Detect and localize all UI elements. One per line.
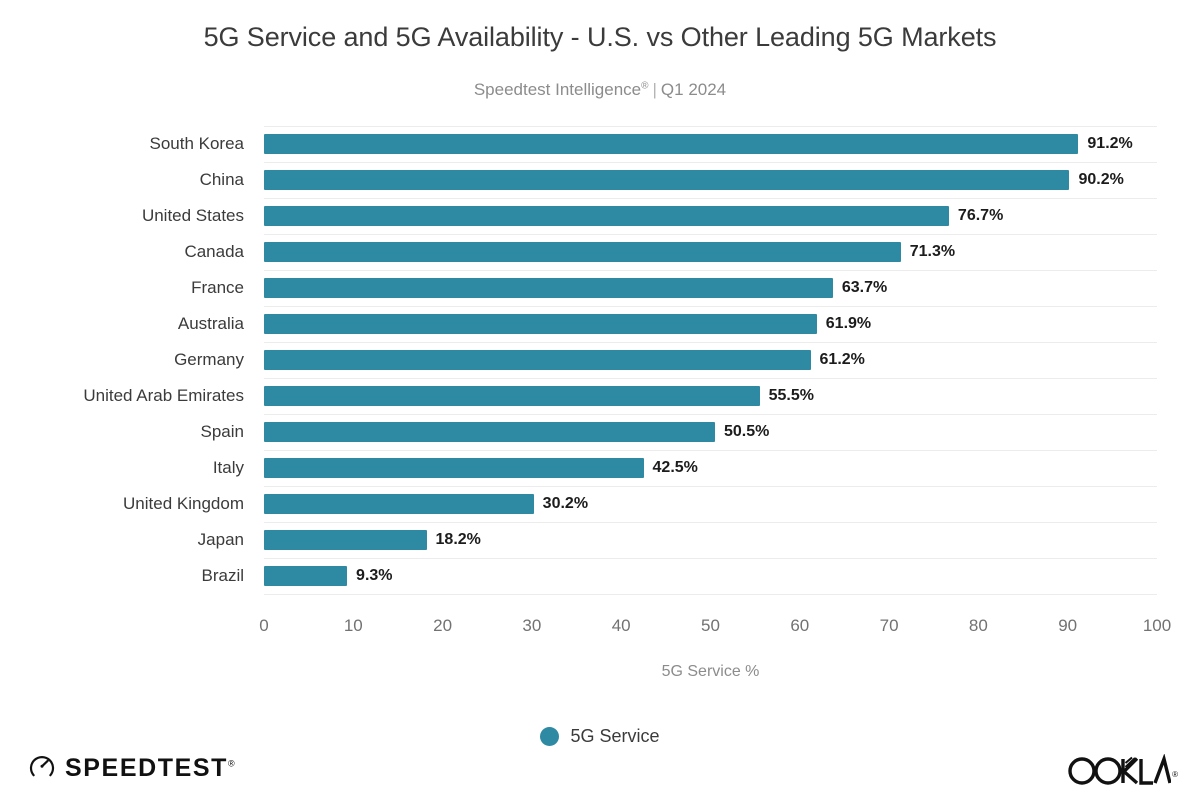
bar[interactable] <box>264 458 644 478</box>
bar-value-label: 71.3% <box>909 243 956 260</box>
bar-row[interactable]: Brazil 9.3% <box>201 558 1157 594</box>
bar-value-label: 61.9% <box>825 315 872 332</box>
bar[interactable] <box>264 134 1079 154</box>
bar-row[interactable]: France 63.7% <box>191 270 1157 306</box>
category-label: United States <box>141 206 244 225</box>
bar[interactable] <box>264 530 427 550</box>
speedtest-trademark: ® <box>228 758 235 769</box>
bar-row[interactable]: Germany 61.2% <box>174 342 1157 378</box>
x-axis-tick-label: 30 <box>522 616 542 635</box>
chart-subtitle-separator: | <box>652 80 657 99</box>
ookla-wordmark <box>1067 753 1172 793</box>
legend-color-dot-5g-service <box>540 727 560 746</box>
bar-row[interactable]: China 90.2% <box>200 162 1157 198</box>
bar-value-label: 63.7% <box>841 279 888 296</box>
x-axis-ticks: 0 10 20 30 40 50 60 70 80 90 100 <box>259 616 1171 646</box>
bar-row[interactable]: Italy 42.5% <box>213 450 1157 486</box>
chart-subtitle: Speedtest Intelligence® | Q1 2024 <box>0 80 1200 100</box>
bar[interactable] <box>264 314 817 334</box>
category-label: Italy <box>212 458 244 477</box>
x-axis-tick-label: 20 <box>433 616 453 635</box>
x-axis-tick-label: 50 <box>701 616 720 635</box>
x-axis-tick-label: 60 <box>790 616 810 635</box>
plot-area: South Korea 91.2% China 90.2% United States 7… <box>83 126 1157 606</box>
bar-value-label: 9.3% <box>356 567 393 584</box>
category-label: Spain <box>200 422 244 441</box>
bar-value-label: 42.5% <box>652 459 698 476</box>
chart-legend: 5G Service <box>0 726 1200 747</box>
x-axis-tick-label: 40 <box>611 616 631 635</box>
bar-row[interactable]: United Kingdom 30.2% <box>123 486 1157 522</box>
bar-value-label: 30.2% <box>542 495 589 512</box>
category-label: Australia <box>177 314 244 333</box>
bar-row[interactable]: Spain 50.5% <box>201 414 1157 450</box>
bar-row[interactable]: Japan 18.2% <box>198 522 1157 558</box>
bar-value-label: 90.2% <box>1078 171 1124 188</box>
bar[interactable] <box>264 170 1070 190</box>
bar[interactable] <box>264 422 715 442</box>
bar[interactable] <box>264 350 811 370</box>
bar-row[interactable]: South Korea 91.2% <box>149 126 1157 162</box>
category-label: China <box>199 170 244 189</box>
bar-row[interactable]: Australia 61.9% <box>178 306 1157 342</box>
x-axis-tick-label: 10 <box>343 616 363 635</box>
gridline <box>264 594 1157 595</box>
category-label: United Kingdom <box>123 494 244 513</box>
bar-value-label: 76.7% <box>957 207 1004 224</box>
chart-subtitle-period: Q1 2024 <box>660 80 727 99</box>
x-axis-tick-label: 70 <box>879 616 899 635</box>
x-axis-tick-label: 90 <box>1058 616 1078 635</box>
speedtest-wordmark-text: SPEEDTEST <box>65 754 229 782</box>
chart-title: 5G Service and 5G Availability - U.S. vs… <box>203 22 997 52</box>
bar[interactable] <box>264 206 949 226</box>
bar-value-label: 55.5% <box>768 387 814 404</box>
bar-value-label: 18.2% <box>435 531 481 548</box>
speedtest-wordmark: SPEEDTEST® <box>65 756 235 781</box>
category-label: Brazil <box>201 566 244 585</box>
x-axis-tick-label: 100 <box>1142 616 1172 635</box>
legend-label-5g-service: 5G Service <box>570 726 660 746</box>
bar-row[interactable]: United Arab Emirates 55.5% <box>83 378 1157 414</box>
bar[interactable] <box>264 494 534 514</box>
bar-value-label: 50.5% <box>723 423 770 440</box>
ookla-trademark: ® <box>1172 770 1178 779</box>
bar[interactable] <box>264 566 348 586</box>
category-label: South Korea <box>149 134 244 153</box>
chart-subtitle-source: Speedtest Intelligence <box>473 80 642 99</box>
category-label: France <box>191 278 244 297</box>
bar-value-label: 61.2% <box>819 351 865 368</box>
chart-container: 5G Service and 5G Availability - U.S. vs… <box>0 0 1200 800</box>
bar[interactable] <box>264 278 833 298</box>
category-label: Japan <box>197 530 244 549</box>
bar-value-label: 91.2% <box>1087 135 1133 152</box>
bar[interactable] <box>264 386 760 406</box>
bar-row[interactable]: Canada 71.3% <box>184 234 1157 270</box>
bar-row[interactable]: United States 76.7% <box>142 198 1157 234</box>
category-label: Germany <box>174 350 244 369</box>
ookla-logo: ® <box>1067 753 1178 793</box>
bar[interactable] <box>264 242 901 262</box>
registered-mark: ® <box>641 80 649 92</box>
category-label: United Arab Emirates <box>83 386 244 405</box>
speedometer-gauge-icon <box>28 752 56 785</box>
x-axis-title: 5G Service % <box>661 663 760 680</box>
speedtest-logo: SPEEDTEST® <box>28 752 235 785</box>
x-axis-tick-label: 0 <box>259 616 269 635</box>
x-axis-tick-label: 80 <box>968 616 988 635</box>
category-label: Canada <box>184 242 244 261</box>
